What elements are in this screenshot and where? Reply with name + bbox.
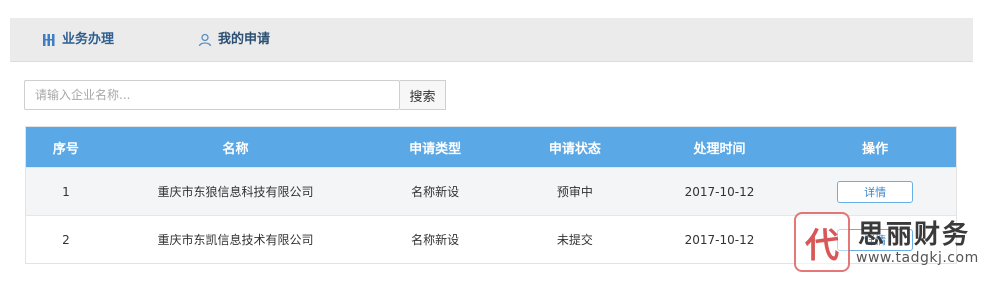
column-header-index: 序号 (52, 141, 79, 157)
column-header-date: 处理时间 (693, 141, 746, 157)
application-type: 名称新设 (411, 233, 460, 247)
watermark: 代 思丽财务 www.tadgkj.com (794, 210, 994, 274)
column-header-type: 申请类型 (409, 141, 462, 157)
watermark-logo: 代 (794, 212, 850, 272)
processed-date: 2017-10-12 (684, 232, 755, 247)
action-cell: 详情 (794, 180, 956, 203)
watermark-name: 思丽财务 (858, 220, 971, 250)
detail-button[interactable]: 详情 (837, 180, 914, 203)
column-header-name: 名称 (222, 141, 249, 157)
search-input[interactable] (24, 80, 400, 110)
table-header-row: 序号 名称 申请类型 申请状态 处理时间 操作 (26, 127, 956, 167)
company-name: 重庆市东狼信息科技有限公司 (157, 185, 314, 199)
table-row: 1 重庆市东狼信息科技有限公司 名称新设 预审中 2017-10-12 详情 (26, 167, 956, 215)
tab-my-applications[interactable]: 我的申请 (198, 18, 270, 62)
row-index: 1 (62, 184, 70, 199)
user-icon (198, 33, 212, 47)
top-tabbar: 业务办理 我的申请 (10, 18, 973, 62)
company-name: 重庆市东凯信息技术有限公司 (157, 233, 314, 247)
column-header-action: 操作 (862, 141, 889, 157)
row-index: 2 (62, 232, 70, 247)
tab-business-label: 业务办理 (62, 32, 115, 47)
watermark-logo-char: 代 (805, 225, 839, 266)
tab-business[interactable]: 业务办理 (42, 18, 114, 62)
application-type: 名称新设 (411, 185, 460, 199)
watermark-url: www.tadgkj.com (856, 250, 979, 266)
search-button[interactable]: 搜索 (400, 80, 446, 110)
column-header-status: 申请状态 (548, 141, 601, 157)
application-status: 未提交 (556, 233, 593, 247)
tab-my-applications-label: 我的申请 (218, 32, 271, 47)
grid-icon (42, 33, 56, 47)
processed-date: 2017-10-12 (684, 184, 755, 199)
application-status: 预审中 (556, 185, 593, 199)
